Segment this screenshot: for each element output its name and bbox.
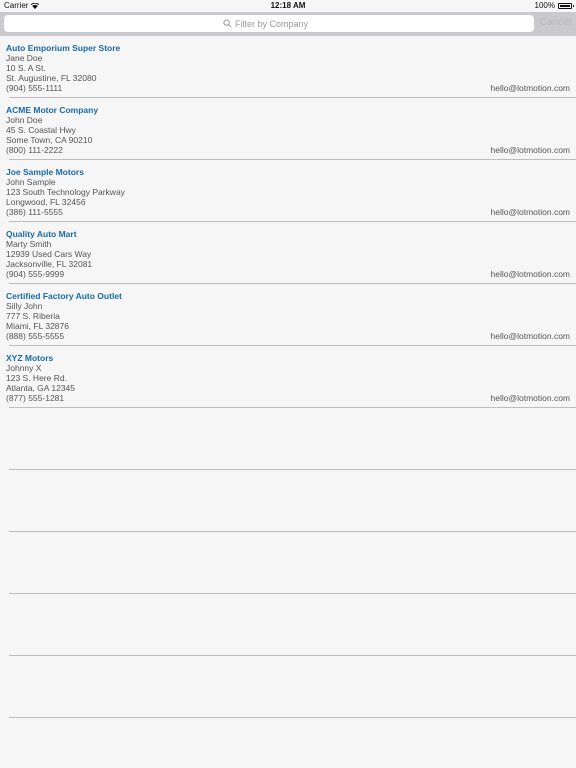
dealer-list: Auto Emporium Super Store Jane Doe 10 S.… xyxy=(0,36,576,718)
contact-name: Jane Doe xyxy=(6,53,43,63)
email-address: hello@lotmotion.com xyxy=(490,393,571,403)
dealer-row[interactable]: Auto Emporium Super Store Jane Doe 10 S.… xyxy=(0,36,576,98)
street-address: 777 S. Riberia xyxy=(6,311,60,321)
dealer-row[interactable]: ACME Motor Company John Doe 45 S. Coasta… xyxy=(0,98,576,160)
contact-name: John Doe xyxy=(6,115,43,125)
cancel-button[interactable]: Cancel xyxy=(540,17,571,28)
city-state-zip: Atlanta, GA 12345 xyxy=(6,383,75,393)
phone-number: (904) 555-9999 xyxy=(6,269,65,279)
city-state-zip: Miami, FL 32876 xyxy=(6,321,69,331)
city-state-zip: St. Augustine, FL 32080 xyxy=(6,73,97,83)
search-field[interactable] xyxy=(4,15,534,32)
contact-name: Marty Smith xyxy=(6,239,52,249)
street-address: 123 S. Here Rd. xyxy=(6,373,67,383)
empty-row-separator xyxy=(0,408,576,470)
empty-row-separator xyxy=(0,594,576,656)
email-address: hello@lotmotion.com xyxy=(490,145,571,155)
phone-number: (386) 111-5555 xyxy=(6,207,63,217)
city-state-zip: Some Town, CA 90210 xyxy=(6,135,93,145)
street-address: 12939 Used Cars Way xyxy=(6,249,92,259)
battery-fill xyxy=(560,4,570,7)
phone-number: (904) 555-1111 xyxy=(6,83,63,93)
street-address: 45 S. Coastal Hwy xyxy=(6,125,76,135)
company-name: Auto Emporium Super Store xyxy=(6,43,121,53)
company-name: Quality Auto Mart xyxy=(6,229,77,239)
email-address: hello@lotmotion.com xyxy=(490,207,571,217)
search-input[interactable] xyxy=(235,18,315,29)
search-bar: Cancel xyxy=(0,12,576,36)
empty-row-separator xyxy=(0,656,576,718)
phone-number: (877) 555-1281 xyxy=(6,393,65,403)
contact-name: John Sample xyxy=(6,177,56,187)
street-address: 123 South Technology Parkway xyxy=(6,187,125,197)
battery-icon xyxy=(558,2,574,9)
city-state-zip: Longwood, FL 32456 xyxy=(6,197,86,207)
clock: 12:18 AM xyxy=(270,1,306,10)
search-icon xyxy=(223,19,232,28)
status-bar: Carrier 12:18 AM 100% xyxy=(0,0,576,12)
company-name: Joe Sample Motors xyxy=(6,167,84,177)
street-address: 10 S. A St. xyxy=(6,63,46,73)
company-name: ACME Motor Company xyxy=(6,105,99,115)
dealer-row[interactable]: XYZ Motors Johnny X 123 S. Here Rd. Atla… xyxy=(0,346,576,408)
contact-name: Johnny X xyxy=(6,363,42,373)
email-address: hello@lotmotion.com xyxy=(490,269,571,279)
dealer-row[interactable]: Quality Auto Mart Marty Smith 12939 Used… xyxy=(0,222,576,284)
company-name: Certified Factory Auto Outlet xyxy=(6,291,122,301)
city-state-zip: Jacksonville, FL 32081 xyxy=(6,259,93,269)
email-address: hello@lotmotion.com xyxy=(490,83,571,93)
dealer-row[interactable]: Certified Factory Auto Outlet Silly John… xyxy=(0,284,576,346)
phone-number: (800) 111-2222 xyxy=(6,145,63,155)
email-address: hello@lotmotion.com xyxy=(490,331,571,341)
empty-row-separator xyxy=(0,470,576,532)
battery-indicator: 100% xyxy=(534,1,574,10)
contact-name: Silly John xyxy=(6,301,43,311)
dealer-row[interactable]: Joe Sample Motors John Sample 123 South … xyxy=(0,160,576,222)
phone-number: (888) 555-5555 xyxy=(6,331,65,341)
battery-percent: 100% xyxy=(534,1,555,10)
empty-row-separator xyxy=(0,532,576,594)
company-name: XYZ Motors xyxy=(6,353,54,363)
